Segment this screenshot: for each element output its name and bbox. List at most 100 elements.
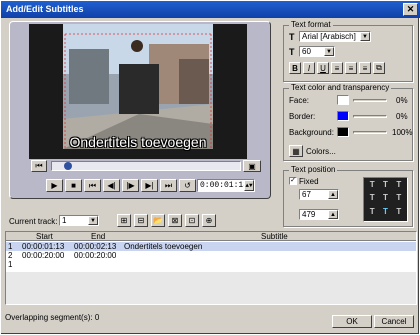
y-position-field[interactable]: 479 ▲ — [299, 209, 339, 220]
add-subtitle-button[interactable]: ⊞ — [117, 214, 131, 227]
track-select[interactable]: 1 ▼ — [59, 215, 99, 226]
open-file-button[interactable]: 📂 — [151, 214, 165, 227]
title-bar: Add/Edit Subtitles ✕ — [1, 1, 420, 18]
x-position-field[interactable]: 67 ▲ — [299, 189, 339, 200]
face-color-swatch[interactable] — [337, 95, 349, 105]
pos-bottom-left[interactable]: T — [366, 207, 378, 219]
colors-button[interactable]: ▦ — [289, 145, 303, 157]
timecode-field[interactable]: 0:00:01:13 ▲▼ — [197, 179, 255, 192]
row-index: 1 — [8, 260, 13, 269]
window-title: Add/Edit Subtitles — [6, 4, 84, 14]
row-index: 2 — [8, 251, 13, 260]
close-button[interactable]: ✕ — [403, 3, 418, 16]
align-left-button[interactable]: ≡ — [331, 62, 343, 74]
size-select[interactable]: 60 ▼ — [299, 46, 335, 57]
font-select[interactable]: Arial [Arabisch] ▼ — [299, 31, 371, 42]
delete-subtitle-button[interactable]: ⊟ — [134, 214, 148, 227]
face-label: Face: — [289, 96, 310, 105]
pos-top-left[interactable]: T — [366, 180, 378, 192]
current-track-label: Current track: — [9, 217, 58, 226]
font-size-icon: T — [289, 47, 295, 57]
border-transparency-slider[interactable] — [353, 115, 387, 118]
chevron-down-icon[interactable]: ▼ — [360, 32, 370, 41]
table-empty-area — [6, 272, 416, 304]
pos-top-right[interactable]: T — [393, 180, 405, 192]
timecode-value: 0:00:01:13 — [200, 181, 249, 190]
size-value: 60 — [302, 47, 311, 56]
pos-mid-right[interactable]: T — [393, 193, 405, 205]
fixed-label: Fixed — [299, 177, 319, 186]
text-format-label: Text format — [289, 20, 333, 29]
font-icon: T — [289, 32, 295, 42]
next-button[interactable]: ▶| — [141, 179, 158, 192]
step-back-button[interactable]: ◀| — [103, 179, 120, 192]
face-transparency-slider[interactable] — [353, 99, 387, 102]
stop-button[interactable]: ■ — [65, 179, 82, 192]
cancel-button[interactable]: Cancel — [374, 315, 414, 328]
border-color-swatch[interactable] — [337, 111, 349, 121]
header-start: Start — [36, 232, 53, 241]
text-color-label: Text color and transparency — [289, 83, 392, 92]
pos-bottom-right[interactable]: T — [393, 207, 405, 219]
pos-bottom-center[interactable]: T — [379, 207, 391, 219]
underline-button[interactable]: U — [317, 62, 329, 74]
row-subtitle: Ondertitels toevoegen — [124, 242, 203, 251]
x-position-value: 67 — [302, 190, 311, 199]
step-forward-button[interactable]: |▶ — [122, 179, 139, 192]
face-value: 0% — [396, 96, 408, 105]
row-start: 00:00:20:00 — [22, 251, 65, 260]
prev-frame-button[interactable]: ⏮ — [31, 160, 47, 172]
italic-button[interactable]: I — [303, 62, 315, 74]
y-spinner[interactable]: ▲ — [328, 210, 338, 219]
video-preview: Ondertitels toevoegen — [29, 24, 247, 159]
row-index: 1 — [8, 242, 13, 251]
chevron-down-icon[interactable]: ▼ — [324, 47, 334, 56]
align-right-button[interactable]: ≡ — [359, 62, 371, 74]
background-transparency-slider[interactable] — [353, 131, 387, 134]
fixed-checkbox[interactable]: ✓ — [289, 177, 297, 185]
overlap-status: Overlapping segment(s): 0 — [5, 313, 100, 322]
chevron-down-icon[interactable]: ▼ — [88, 216, 98, 225]
export-button[interactable]: ⊕ — [202, 214, 216, 227]
text-position-label: Text position — [289, 165, 338, 174]
table-row[interactable]: 1 — [6, 260, 416, 269]
timeline-slider[interactable] — [51, 161, 241, 171]
timecode-spinner[interactable]: ▲▼ — [244, 180, 254, 191]
play-button[interactable]: ▶ — [46, 179, 63, 192]
background-label: Background: — [289, 128, 334, 137]
table-row[interactable]: 1 00:00:01:13 00:00:02:13 Ondertitels to… — [6, 242, 416, 251]
row-end: 00:00:02:13 — [74, 242, 117, 251]
text-effects-button[interactable]: ⧉ — [373, 62, 385, 74]
y-position-value: 479 — [302, 210, 316, 219]
row-end: 00:00:20:00 — [74, 251, 117, 260]
background-color-swatch[interactable] — [337, 127, 349, 137]
table-row[interactable]: 2 00:00:20:00 00:00:20:00 — [6, 251, 416, 260]
save-file-button[interactable]: ⊠ — [168, 214, 182, 227]
end-button[interactable]: ⏭ — [160, 179, 177, 192]
colors-button-label[interactable]: Colors... — [306, 147, 336, 156]
x-spinner[interactable]: ▲ — [328, 190, 338, 199]
subtitles-dialog: Add/Edit Subtitles ✕ Ondertitels toevoeg… — [0, 0, 420, 335]
table-header: Start End Subtitle — [6, 232, 416, 241]
border-label: Border: — [289, 112, 316, 121]
subtitle-table: Start End Subtitle 1 00:00:01:13 00:00:0… — [5, 231, 417, 305]
snapshot-button[interactable]: ▣ — [243, 160, 261, 172]
position-grid: T T T T T T T T T — [363, 177, 408, 222]
font-value: Arial [Arabisch] — [302, 32, 356, 41]
ok-button[interactable]: OK — [332, 315, 372, 328]
border-value: 0% — [396, 112, 408, 121]
pos-mid-center[interactable]: T — [379, 193, 391, 205]
pos-mid-left[interactable]: T — [366, 193, 378, 205]
align-center-button[interactable]: ≡ — [345, 62, 357, 74]
import-button[interactable]: ⊡ — [185, 214, 199, 227]
slider-thumb[interactable] — [64, 162, 72, 170]
begin-button[interactable]: ⏮ — [84, 179, 101, 192]
row-start: 00:00:01:13 — [22, 242, 65, 251]
subtitle-overlay: Ondertitels toevoegen — [69, 134, 207, 150]
track-value: 1 — [62, 216, 67, 225]
repeat-button[interactable]: ↺ — [179, 179, 196, 192]
header-end: End — [91, 232, 106, 241]
bold-button[interactable]: B — [289, 62, 301, 74]
header-subtitle: Subtitle — [261, 232, 288, 241]
pos-top-center[interactable]: T — [379, 180, 391, 192]
